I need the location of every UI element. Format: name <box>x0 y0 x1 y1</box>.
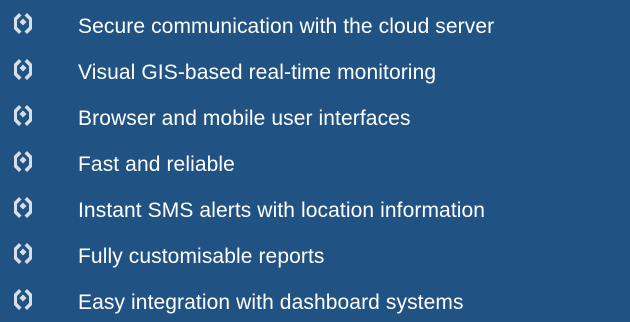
feature-item: Instant SMS alerts with location informa… <box>0 190 630 230</box>
interlocking-link-icon <box>14 289 32 310</box>
feature-text: Browser and mobile user interfaces <box>78 107 411 130</box>
feature-item: Fast and reliable <box>0 144 630 184</box>
feature-item: Browser and mobile user interfaces <box>0 98 630 138</box>
interlocking-link-icon <box>14 105 32 126</box>
feature-item: Fully customisable reports <box>0 236 630 276</box>
feature-item: Visual GIS-based real-time monitoring <box>0 52 630 92</box>
interlocking-link-icon <box>14 59 32 80</box>
feature-item: Easy integration with dashboard systems <box>0 282 630 322</box>
feature-text: Fast and reliable <box>78 153 235 176</box>
feature-text: Easy integration with dashboard systems <box>78 291 464 314</box>
interlocking-link-icon <box>14 243 32 264</box>
feature-text: Instant SMS alerts with location informa… <box>78 199 486 222</box>
feature-text: Fully customisable reports <box>78 245 325 268</box>
interlocking-link-icon <box>14 151 32 172</box>
feature-text: Secure communication with the cloud serv… <box>78 15 495 38</box>
feature-text: Visual GIS-based real-time monitoring <box>78 61 437 84</box>
interlocking-link-icon <box>14 13 32 34</box>
feature-item: Secure communication with the cloud serv… <box>0 6 630 46</box>
feature-list: Secure communication with the cloud serv… <box>0 0 630 320</box>
interlocking-link-icon <box>14 197 32 218</box>
